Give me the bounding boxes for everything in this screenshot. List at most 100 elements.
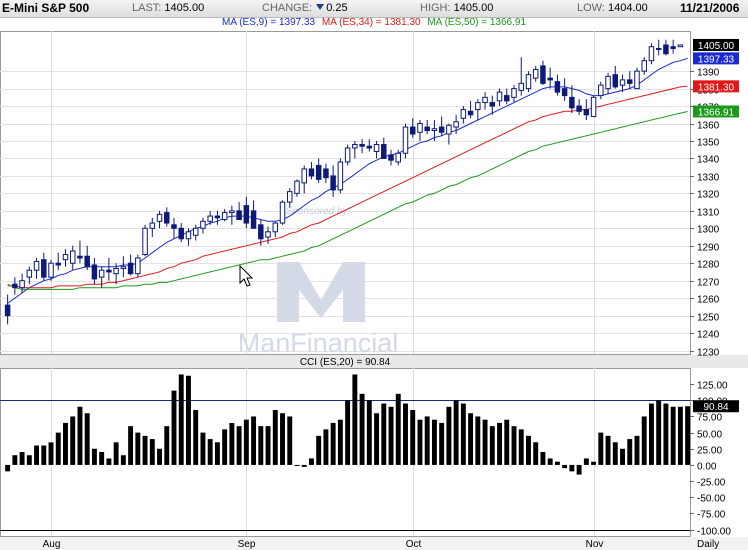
watermark-brand: ManFinancial xyxy=(238,328,399,358)
price-y-tick-label: 1330 xyxy=(697,173,720,184)
candle-down xyxy=(547,77,553,81)
cci-bar xyxy=(272,410,278,465)
cci-bar xyxy=(417,419,423,465)
candle-up xyxy=(525,74,532,90)
candle-down xyxy=(489,102,496,107)
cci-bar xyxy=(91,448,97,465)
candle-up xyxy=(417,123,423,133)
cci-bar xyxy=(424,416,430,465)
price-y-tick-label: 1350 xyxy=(697,138,720,149)
cci-bar xyxy=(352,374,358,465)
cci-bar xyxy=(554,461,560,465)
cci-bar xyxy=(591,461,597,465)
candle-up xyxy=(19,280,25,289)
cci-bar xyxy=(135,432,141,465)
cci-bar xyxy=(128,426,134,465)
candle-up xyxy=(619,79,626,86)
cci-bar xyxy=(439,422,445,465)
cci-bar xyxy=(26,455,32,465)
cci-bar xyxy=(453,400,459,465)
cci-bar xyxy=(149,439,155,465)
cci-bar xyxy=(207,439,213,465)
candle-up xyxy=(446,124,452,135)
candle-up xyxy=(648,46,655,62)
candle-down xyxy=(569,96,575,109)
cci-bar xyxy=(214,442,220,465)
cci-bar xyxy=(5,464,11,472)
cci-bar xyxy=(612,442,618,465)
candle-down xyxy=(323,168,329,179)
cci-bar xyxy=(200,432,206,465)
cci-bar xyxy=(142,435,148,465)
candle-up xyxy=(135,257,141,275)
candle-down xyxy=(366,145,373,149)
candle-down xyxy=(258,224,264,240)
price-y-tick-label: 1240 xyxy=(697,330,720,341)
cci-bar xyxy=(395,393,401,465)
candle-up xyxy=(200,220,206,229)
cci-bar xyxy=(77,406,83,465)
candle-up xyxy=(192,227,199,236)
candle-up xyxy=(98,269,105,278)
candle-up xyxy=(265,231,271,238)
candle-down xyxy=(561,88,568,97)
cci-bar xyxy=(294,464,300,466)
candle-down xyxy=(388,154,394,161)
candle-up xyxy=(287,191,293,203)
cci-bar xyxy=(583,458,589,465)
cci-bar xyxy=(627,439,633,465)
cci-bar xyxy=(265,426,271,465)
candle-down xyxy=(4,304,11,317)
cci-bar xyxy=(518,429,524,465)
candle-up xyxy=(677,44,684,48)
cci-title: CCI (ES,20) = 90.84 xyxy=(300,357,391,368)
x-axis-band xyxy=(0,537,748,550)
cci-bar xyxy=(171,390,177,465)
cci-bar xyxy=(475,416,481,465)
candle-up xyxy=(460,109,467,119)
candle-up xyxy=(344,147,351,163)
candle-up xyxy=(62,253,69,261)
price-y-tick-label: 1320 xyxy=(697,190,720,201)
candle-up xyxy=(294,180,300,194)
x-tick-label: Nov xyxy=(586,539,604,550)
cci-bar xyxy=(547,458,553,465)
cci-y-tick-label: 75.00 xyxy=(697,413,722,424)
candle-down xyxy=(91,264,98,280)
cci-bar xyxy=(663,403,669,465)
candle-up xyxy=(113,267,119,275)
candle-down xyxy=(381,143,387,159)
cci-bar xyxy=(533,442,539,465)
candle-down xyxy=(627,79,633,84)
manfinancial-logo-icon xyxy=(277,262,365,322)
candle-down xyxy=(670,46,676,49)
cci-bar xyxy=(460,403,466,465)
cci-bar xyxy=(70,416,76,465)
candle-up xyxy=(511,88,517,98)
cci-y-tick-label: -25.00 xyxy=(697,478,726,489)
cci-bar xyxy=(482,419,488,465)
cci-bar xyxy=(576,464,582,475)
cci-bar xyxy=(287,416,293,465)
price-tag-label: 1381.30 xyxy=(698,82,735,93)
cci-y-tick-label: 125.00 xyxy=(697,381,728,392)
cci-bar xyxy=(323,429,329,465)
cci-value-tag-label: 90.84 xyxy=(703,402,728,413)
cci-bar xyxy=(366,400,372,465)
cci-bar xyxy=(526,435,531,465)
candle-up xyxy=(120,266,127,269)
candle-up xyxy=(532,68,539,79)
cci-bar xyxy=(634,435,640,465)
cci-bar xyxy=(301,464,307,467)
price-y-tick-label: 1390 xyxy=(697,68,720,79)
cci-bar xyxy=(569,464,575,472)
cci-y-tick-label: 50.00 xyxy=(697,430,722,441)
cci-y-tick-label: -50.00 xyxy=(697,494,726,505)
cci-bar xyxy=(670,406,676,465)
cci-bar xyxy=(656,400,662,465)
candle-down xyxy=(315,164,322,180)
cci-bar xyxy=(12,455,18,465)
candle-up xyxy=(229,210,235,214)
candle-down xyxy=(583,109,590,116)
cci-bar xyxy=(41,445,47,465)
